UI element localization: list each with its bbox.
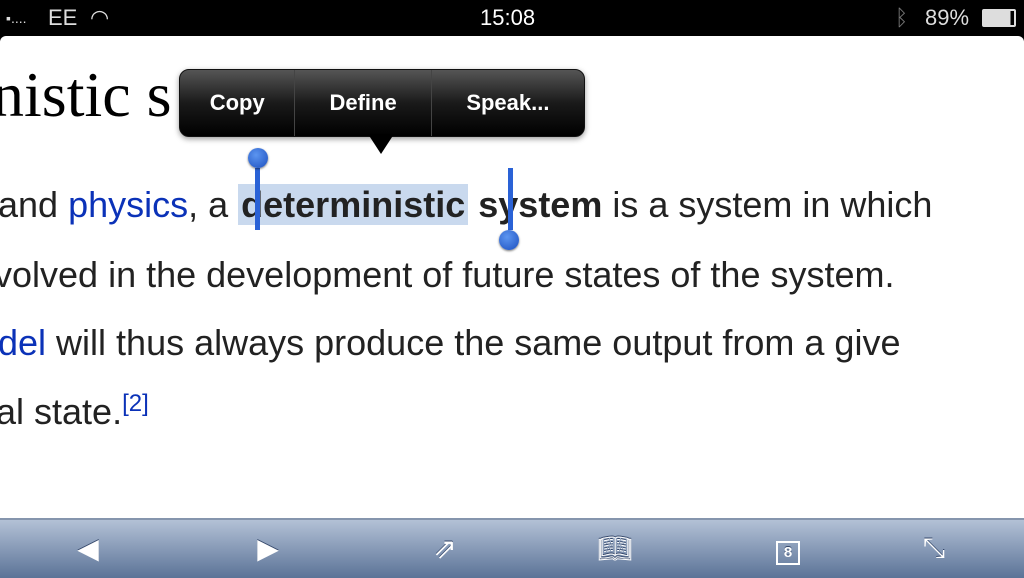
forward-icon[interactable]: ▶ [248,532,288,566]
selected-word[interactable]: deterministic [238,184,469,225]
edit-menu: Copy Define Speak... [179,69,585,137]
text: , a [188,184,239,225]
text: and [0,184,69,225]
wifi-icon: ◠ [90,5,110,30]
share-icon[interactable]: ⇗ [425,532,465,566]
text: is a system in which [602,184,933,225]
clock: 15:08 [480,5,536,30]
edit-menu-pointer [368,134,394,154]
selection-start-bar [255,168,260,230]
battery-icon [982,9,1016,27]
speak-button[interactable]: Speak... [432,70,584,136]
reference-link[interactable]: [2] [122,390,149,417]
bold-term: system [478,184,603,225]
text-line-4: al state.[2] [0,390,149,433]
text-line-3: del will thus always produce the same ou… [0,322,900,364]
define-button[interactable]: Define [295,70,432,136]
back-icon[interactable]: ◀ [68,532,108,566]
tabs-button[interactable]: 8 [768,532,808,566]
safari-toolbar: ◀ ▶ ⇗ 📖︎ 8 ⤡ [0,518,1024,578]
selection-start-handle[interactable] [248,148,268,168]
fullscreen-icon[interactable]: ⤡ [914,532,954,566]
selection-end-handle[interactable] [499,230,519,250]
selection-end-bar [508,168,513,230]
tabs-count: 8 [776,541,800,565]
model-link[interactable]: del [0,322,46,363]
battery-percent: 89% [925,5,970,30]
article-title: nistic s [0,59,172,130]
carrier-label: EE [48,5,78,30]
text-line-1: and physics, a deterministic system is a… [0,184,932,226]
physics-link[interactable]: physics [68,184,188,225]
text: al state. [0,391,123,432]
text: will thus always produce the same output… [46,322,901,363]
bookmarks-icon[interactable]: 📖︎ [595,532,635,566]
bluetooth-icon: ᛒ [895,5,909,30]
signal-icon: ▪.... [6,10,27,26]
copy-button[interactable]: Copy [180,70,296,136]
status-bar: ▪.... EE ◠ 15:08 ᛒ 89% [0,0,1024,36]
text-line-2: volved in the development of future stat… [0,254,895,295]
